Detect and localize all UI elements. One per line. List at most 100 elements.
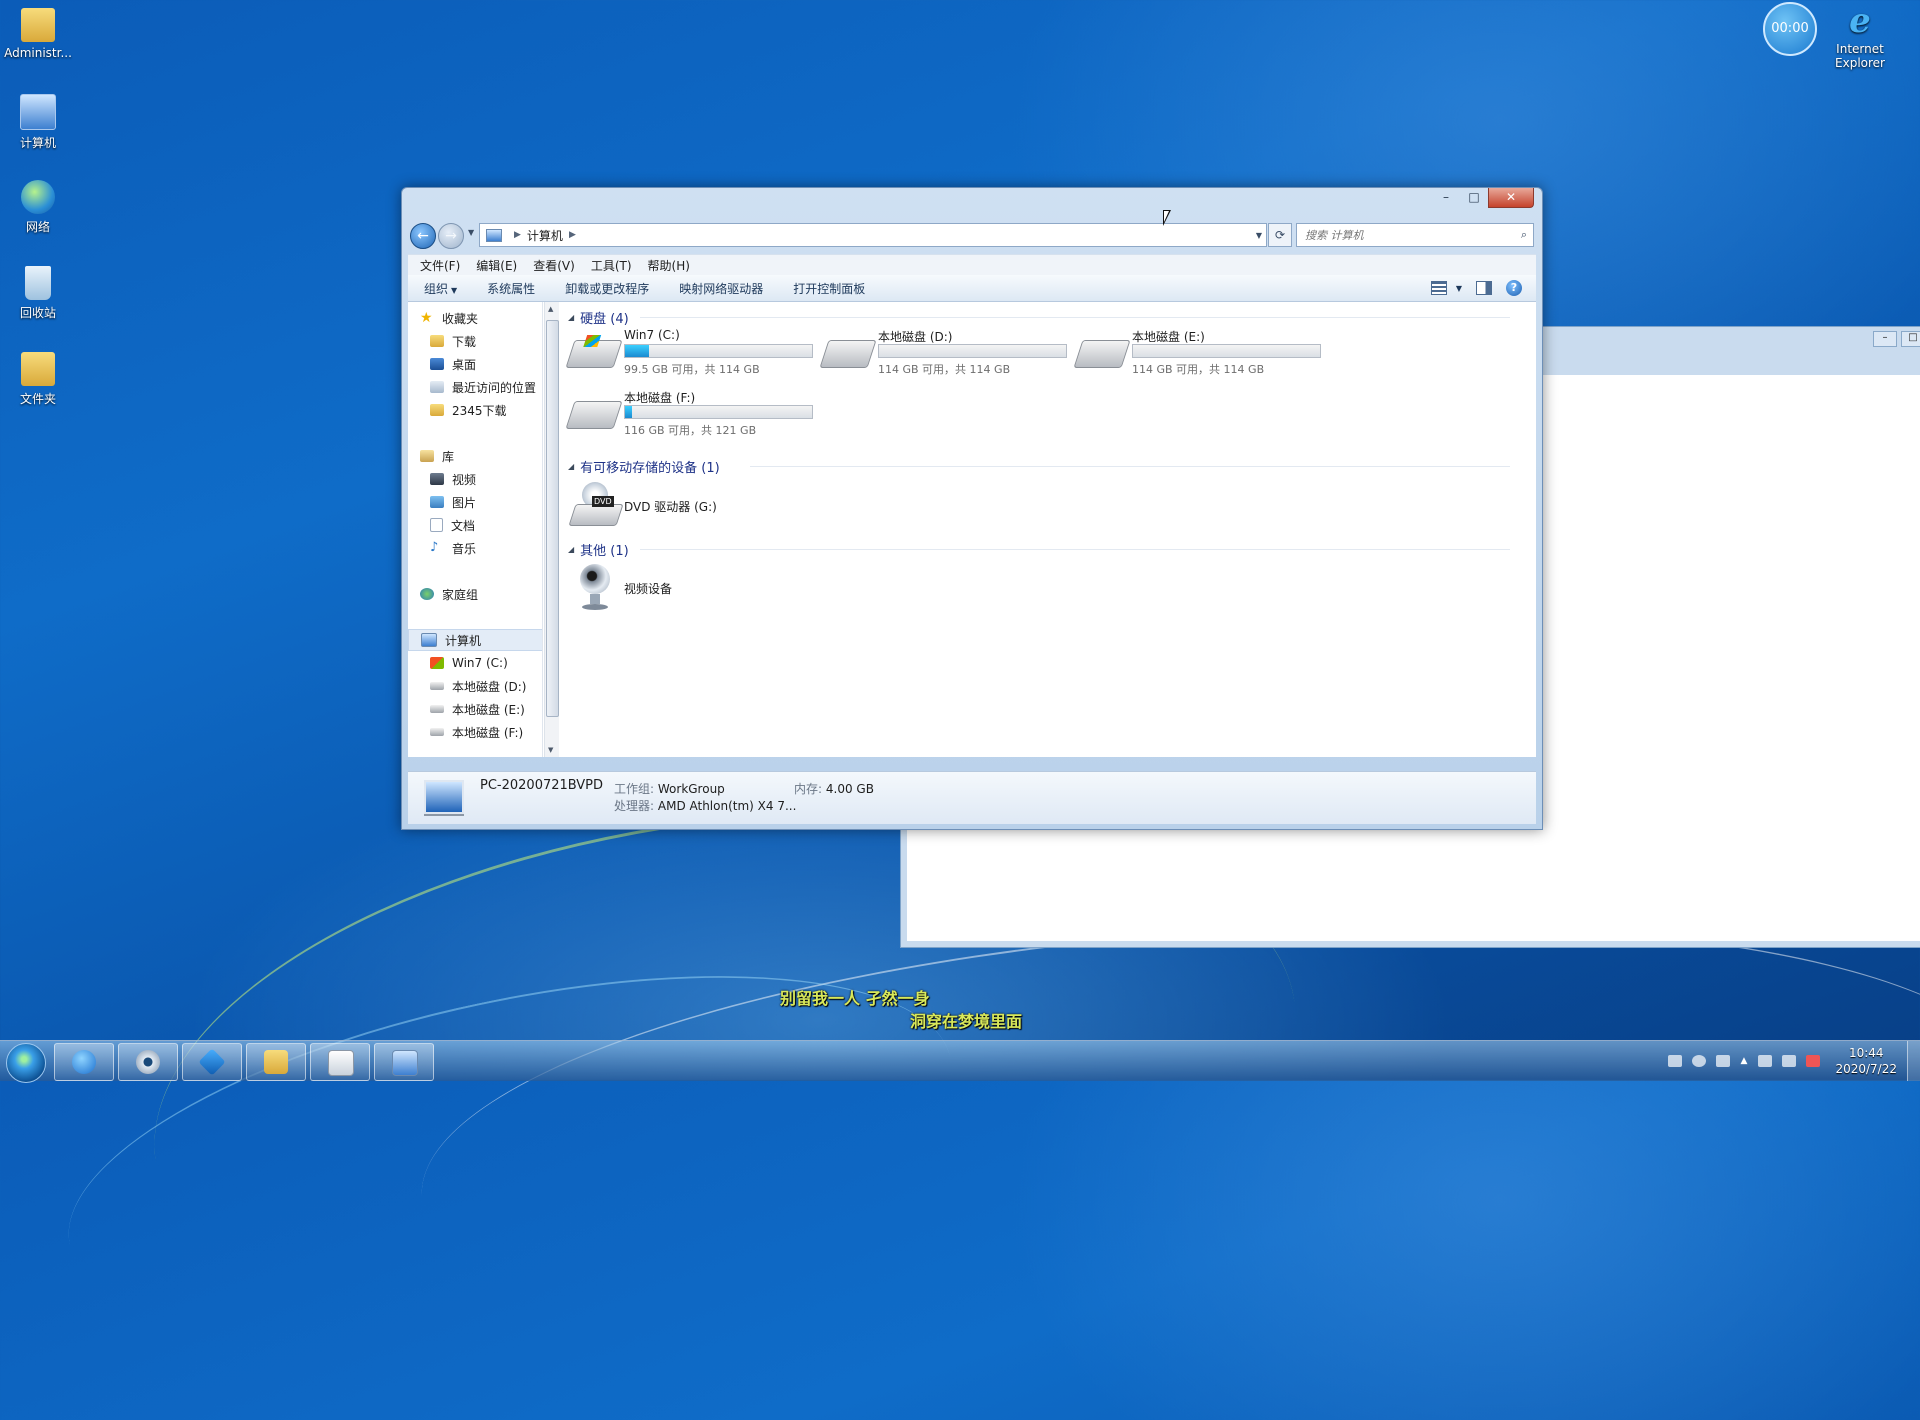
drive-tile-e[interactable]: 本地磁盘 (E:) 114 GB 可用，共 114 GB (1073, 328, 1333, 378)
volume-icon[interactable] (1758, 1055, 1773, 1067)
keyboard-icon[interactable] (1667, 1055, 1682, 1067)
nav-item-downloads[interactable]: 下载 (408, 331, 542, 351)
action-center-flag-icon[interactable] (1806, 1055, 1821, 1067)
nav-item-drive-f[interactable]: 本地磁盘 (F:) (408, 722, 542, 742)
start-button[interactable] (6, 1043, 46, 1083)
organize-button[interactable]: 组织 ▼ (424, 280, 457, 297)
star-icon: ★ (420, 310, 433, 326)
nav-item-music[interactable]: ♪ 音乐 (408, 538, 542, 558)
menu-help[interactable]: 帮助(H) (648, 257, 690, 274)
drive-tile-f[interactable]: 本地磁盘 (F:) 116 GB 可用，共 121 GB (565, 389, 825, 439)
group-header-hdd[interactable]: ◢ 硬盘 (4) (568, 308, 629, 327)
group-header-other[interactable]: ◢ 其他 (1) (568, 540, 629, 559)
show-desktop-button[interactable] (1907, 1041, 1920, 1081)
computer-icon (421, 633, 437, 647)
windows-drive-icon (430, 657, 444, 669)
desktop-icon-recycle-bin[interactable]: 回收站 (0, 266, 78, 321)
breadcrumb-separator-icon[interactable]: ▶ (569, 230, 576, 240)
command-bar: 组织 ▼ 系统属性 卸载或更改程序 映射网络驱动器 打开控制面板 ▼ ? (408, 275, 1536, 302)
taskbar-app-notepad[interactable] (310, 1043, 370, 1081)
maximize-button[interactable]: □ (1460, 188, 1488, 207)
timer-badge[interactable]: 00:00 (1763, 2, 1817, 56)
scrollbar-thumb[interactable] (546, 320, 559, 717)
group-header-removable[interactable]: ◢ 有可移动存储的设备 (1) (568, 457, 720, 476)
notification-icon[interactable] (1715, 1055, 1730, 1067)
scroll-up-icon[interactable]: ▲ (548, 305, 553, 313)
drive-tile-d[interactable]: 本地磁盘 (D:) 114 GB 可用，共 114 GB (819, 328, 1079, 378)
nav-item-drive-d[interactable]: 本地磁盘 (D:) (408, 676, 542, 696)
search-icon[interactable]: ⌕ (1521, 228, 1527, 242)
nav-item-recent[interactable]: 最近访问的位置 (408, 377, 542, 397)
taskbar-app-feather[interactable] (182, 1043, 242, 1081)
nav-item-pictures[interactable]: 图片 (408, 492, 542, 512)
nav-item-2345-downloads[interactable]: 2345下载 (408, 400, 542, 420)
recycle-bin-icon (25, 266, 51, 300)
close-button[interactable]: ✕ (1488, 188, 1534, 208)
network-icon (21, 180, 55, 214)
maximize-icon[interactable]: □ (1901, 331, 1920, 347)
collapse-triangle-icon[interactable]: ◢ (568, 462, 574, 471)
hard-drive-icon (1073, 340, 1131, 368)
system-clock[interactable]: 10:44 2020/7/22 (1835, 1045, 1897, 1077)
desktop-icon-computer[interactable]: 计算机 (0, 94, 78, 151)
search-input[interactable] (1303, 224, 1507, 246)
desktop-icon-administrator[interactable]: Administr... (0, 8, 78, 60)
navigation-pane: ★ 收藏夹 下载 桌面 最近访问的位置 2345下载 库 视频 图片 文档 ♪ 音乐… (408, 302, 543, 757)
preview-pane-button[interactable] (1476, 281, 1492, 295)
folder-icon (21, 352, 55, 386)
taskbar-app-explorer[interactable] (246, 1043, 306, 1081)
subtitle-line-1: 别留我一人 孑然一身 (780, 989, 930, 1008)
nav-item-computer[interactable]: 计算机 (408, 629, 542, 651)
gear-icon (136, 1050, 160, 1074)
collapse-triangle-icon[interactable]: ◢ (568, 313, 574, 322)
show-hidden-icons-icon[interactable]: ▲ (1741, 1056, 1748, 1066)
nav-item-favorites[interactable]: ★ 收藏夹 (408, 308, 542, 328)
drive-tile-c[interactable]: Win7 (C:) 99.5 GB 可用，共 114 GB (565, 328, 825, 378)
help-icon[interactable] (1691, 1055, 1706, 1067)
menu-file[interactable]: 文件(F) (420, 257, 460, 274)
system-tray: ▲ 10:44 2020/7/22 (1663, 1041, 1920, 1081)
nav-item-libraries[interactable]: 库 (408, 446, 542, 466)
address-dropdown-icon[interactable]: ▼ (1252, 231, 1266, 240)
desktop-icon-folder[interactable]: 文件夹 (0, 352, 78, 407)
chevron-down-icon: ▼ (451, 285, 458, 295)
menu-view[interactable]: 查看(V) (533, 257, 575, 274)
recent-pages-dropdown-icon[interactable]: ▼ (468, 228, 474, 237)
folder-icon (430, 404, 444, 416)
search-box[interactable]: ⌕ (1296, 223, 1534, 247)
taskbar-app-computer[interactable] (374, 1043, 434, 1081)
system-properties-button[interactable]: 系统属性 (487, 280, 535, 297)
nav-item-homegroup[interactable]: 家庭组 (408, 584, 542, 604)
taskbar-app-settings[interactable] (118, 1043, 178, 1081)
change-view-button[interactable]: ▼ (1430, 281, 1462, 295)
nav-item-drive-c[interactable]: Win7 (C:) (408, 653, 542, 673)
nav-item-videos[interactable]: 视频 (408, 469, 542, 489)
address-bar[interactable]: ▶ 计算机 ▶ ▼ (479, 223, 1267, 247)
help-button[interactable]: ? (1506, 280, 1522, 296)
desktop-icon-internet-explorer[interactable]: e Internet Explorer (1820, 4, 1900, 70)
refresh-button[interactable]: ⟳ (1268, 223, 1292, 247)
network-status-icon[interactable] (1782, 1055, 1797, 1067)
scroll-down-icon[interactable]: ▼ (548, 746, 553, 754)
breadcrumb-separator-icon[interactable]: ▶ (514, 230, 521, 240)
forward-button[interactable]: → (438, 223, 464, 249)
explorer-window[interactable]: – □ ✕ ← → ▼ ▶ 计算机 ▶ ▼ ⟳ ⌕ 文件(F) 编辑(E) 查看… (401, 187, 1543, 830)
minimize-button[interactable]: – (1432, 188, 1460, 207)
minimize-icon[interactable]: – (1873, 331, 1897, 347)
menu-tools[interactable]: 工具(T) (591, 257, 632, 274)
map-network-drive-button[interactable]: 映射网络驱动器 (679, 280, 763, 297)
nav-item-documents[interactable]: 文档 (408, 515, 542, 535)
back-button[interactable]: ← (410, 223, 436, 249)
menu-edit[interactable]: 编辑(E) (476, 257, 517, 274)
nav-item-drive-e[interactable]: 本地磁盘 (E:) (408, 699, 542, 719)
breadcrumb-computer[interactable]: 计算机 (527, 227, 563, 244)
open-control-panel-button[interactable]: 打开控制面板 (793, 280, 865, 297)
taskbar-app-browser[interactable] (54, 1043, 114, 1081)
desktop-icon-network[interactable]: 网络 (0, 180, 78, 235)
collapse-triangle-icon[interactable]: ◢ (568, 545, 574, 554)
dvd-drive-icon: DVD (568, 482, 624, 526)
nav-scrollbar[interactable]: ▲ ▼ (544, 302, 559, 757)
mouse-cursor-icon (1163, 210, 1171, 226)
nav-item-desktop[interactable]: 桌面 (408, 354, 542, 374)
uninstall-program-button[interactable]: 卸载或更改程序 (565, 280, 649, 297)
